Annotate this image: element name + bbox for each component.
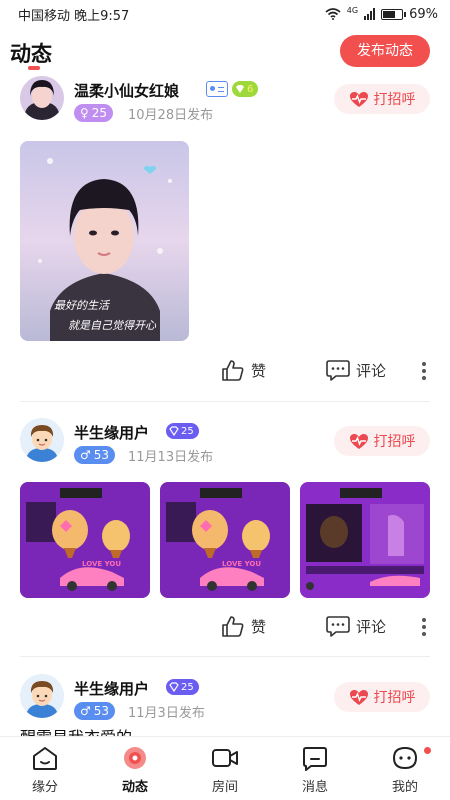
feed[interactable]: 温柔小仙女红娘 6 ♀ 25 10月28日发布 打招呼 最好的生活 就是自己觉得… <box>0 76 450 736</box>
action-bar: 赞 评论 <box>0 612 450 642</box>
avatar[interactable] <box>20 418 64 462</box>
video-icon <box>212 749 238 767</box>
level-badge: 25 <box>166 423 199 439</box>
gender-age-tag: ♀ 25 <box>74 104 114 122</box>
greet-button[interactable]: 打招呼 <box>334 682 430 712</box>
battery-percent: 69% <box>409 6 438 22</box>
post-photo[interactable] <box>300 482 430 598</box>
post-photo[interactable]: 最好的生活 就是自己觉得开心 <box>20 141 189 341</box>
profile-icon <box>392 746 418 770</box>
publish-post-button[interactable]: 发布动态 <box>340 35 430 67</box>
more-options-icon[interactable] <box>422 618 426 636</box>
male-icon: ♂ <box>80 448 91 462</box>
like-button[interactable]: 赞 <box>221 615 266 637</box>
page-title: 动态 <box>10 42 52 66</box>
username[interactable]: 半生缘用户 <box>74 422 149 443</box>
post-time: 10月28日发布 <box>128 108 214 123</box>
level-badge: 25 <box>166 679 199 695</box>
diamond-icon <box>169 682 179 692</box>
tab-xiaoxi[interactable]: 消息 <box>275 745 355 795</box>
post-card: 温柔小仙女红娘 6 ♀ 25 10月28日发布 打招呼 最好的生活 就是自己觉得… <box>0 76 450 402</box>
heartbeat-icon <box>349 433 368 449</box>
username[interactable]: 温柔小仙女红娘 <box>74 80 179 101</box>
gender-age-tag: ♂ 53 <box>74 446 116 464</box>
level-badge: 6 <box>232 81 259 97</box>
diamond-icon <box>236 85 244 93</box>
post-time: 11月3日发布 <box>128 706 205 721</box>
action-bar: 赞 评论 <box>0 356 450 386</box>
thumbs-up-icon <box>222 616 244 637</box>
tab-fangjian[interactable]: 房间 <box>185 745 265 795</box>
tab-yuanfen[interactable]: 缘分 <box>5 745 85 795</box>
post-time: 11月13日发布 <box>128 450 214 465</box>
thumbs-up-icon <box>222 360 244 381</box>
svg-text:最好的生活: 最好的生活 <box>54 299 111 312</box>
status-bar: 中国移动 晚上9:57 4G 69% <box>0 0 450 28</box>
heartbeat-icon <box>349 689 368 705</box>
divider <box>20 656 430 657</box>
header: 动态 发布动态 <box>0 28 450 76</box>
post-photo[interactable]: LOVE YOU <box>160 482 290 598</box>
like-button[interactable]: 赞 <box>221 359 266 381</box>
heartbeat-icon <box>349 91 368 107</box>
gender-age-tag: ♂ 53 <box>74 702 116 720</box>
post-card: 半生缘用户 25 ♂ 53 11月13日发布 打招呼 LOVE YOU LOVE… <box>0 418 450 658</box>
post-photo[interactable]: LOVE YOU <box>20 482 150 598</box>
greet-button[interactable]: 打招呼 <box>334 426 430 456</box>
notification-dot <box>424 747 431 754</box>
bottom-tab-bar: 缘分 动态 房间 消息 我的 <box>0 736 450 800</box>
comment-button[interactable]: 评论 <box>326 359 386 381</box>
more-options-icon[interactable] <box>422 362 426 380</box>
tab-wode[interactable]: 我的 <box>365 745 445 795</box>
post-card: 半生缘用户 25 ♂ 53 11月3日发布 打招呼 醒需易我衣爱的 <box>0 674 450 736</box>
male-icon: ♂ <box>80 704 91 718</box>
message-icon <box>303 747 327 771</box>
avatar[interactable] <box>20 674 64 718</box>
tab-dongtai[interactable]: 动态 <box>95 745 175 795</box>
status-icons: 4G 69% <box>325 5 438 22</box>
username[interactable]: 半生缘用户 <box>74 678 149 699</box>
id-verified-icon <box>206 81 228 97</box>
signal-icon <box>364 8 376 20</box>
feed-icon <box>124 747 146 769</box>
svg-text:LOVE YOU: LOVE YOU <box>222 560 261 568</box>
female-icon: ♀ <box>80 106 89 120</box>
wifi-icon <box>325 8 341 20</box>
diamond-icon <box>169 426 179 436</box>
post-text: 醒需易我衣爱的 <box>20 724 132 736</box>
home-icon <box>33 747 57 770</box>
svg-text:LOVE YOU: LOVE YOU <box>82 560 121 568</box>
comment-icon <box>326 360 350 381</box>
title-underline <box>28 66 40 70</box>
battery-icon <box>381 8 407 20</box>
divider <box>20 401 430 402</box>
comment-icon <box>326 616 350 637</box>
carrier-time: 中国移动 晚上9:57 <box>18 8 130 24</box>
avatar[interactable] <box>20 76 64 120</box>
network-type: 4G <box>346 5 359 15</box>
svg-text:就是自己觉得开心: 就是自己觉得开心 <box>68 319 157 332</box>
greet-button[interactable]: 打招呼 <box>334 84 430 114</box>
comment-button[interactable]: 评论 <box>326 615 386 637</box>
